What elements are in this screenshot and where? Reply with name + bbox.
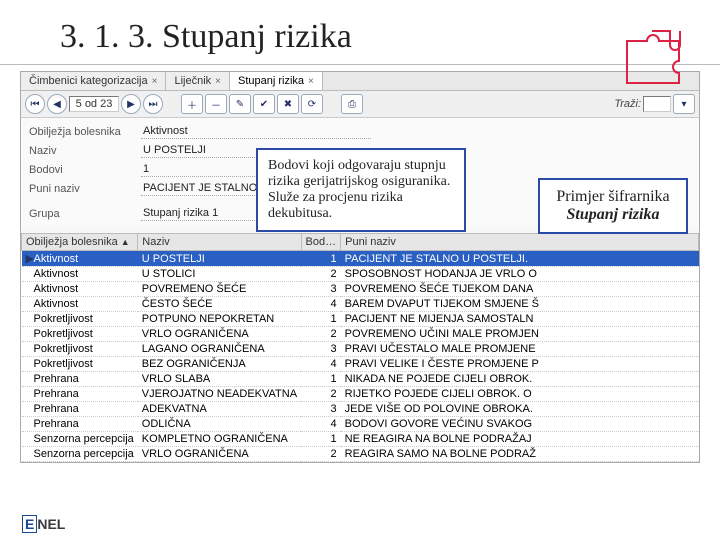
col-bodovi[interactable]: Bod… xyxy=(301,234,341,251)
logo-enel: ENEL xyxy=(22,515,65,534)
logo-box: E xyxy=(22,515,37,533)
tab-lijecnik[interactable]: Liječnik × xyxy=(166,72,230,90)
table-row[interactable]: AktivnostČESTO ŠEĆE4BAREM DVAPUT TIJEKOM… xyxy=(22,297,699,312)
puzzle-icon xyxy=(622,26,692,86)
table-row[interactable]: PrehranaVJEROJATNO NEADEKVATNA2RIJETKO P… xyxy=(22,387,699,402)
tab-bar: Čimbenici kategorizacija × Liječnik × St… xyxy=(21,72,699,91)
col-puni-naziv[interactable]: Puni naziv xyxy=(341,234,699,251)
edit-button[interactable]: ✎ xyxy=(229,94,251,114)
col-naziv[interactable]: Naziv xyxy=(138,234,301,251)
title-underline xyxy=(0,64,720,65)
label-puni-naziv: Puni naziv xyxy=(29,183,141,195)
confirm-button[interactable]: ✔ xyxy=(253,94,275,114)
table-row[interactable]: PrehranaVRLO SLABA1NIKADA NE POJEDE CIJE… xyxy=(22,372,699,387)
tab-label: Čimbenici kategorizacija xyxy=(29,75,148,87)
label-bodovi: Bodovi xyxy=(29,164,141,176)
print-button[interactable]: ⎙ xyxy=(341,94,363,114)
add-button[interactable]: ＋ xyxy=(181,94,203,114)
callout-text: Bodovi koji odgovaraju stupnju rizika ge… xyxy=(268,158,450,221)
label-naziv: Naziv xyxy=(29,145,141,157)
tab-stupanj-rizika[interactable]: Stupanj rizika × xyxy=(230,72,323,90)
callout-primjer: Primjer šifrarnika Stupanj rizika xyxy=(538,178,688,234)
table-row[interactable]: PokretljivostBEZ OGRANIČENJA4PRAVI VELIK… xyxy=(22,357,699,372)
first-record-button[interactable]: ⏮ xyxy=(25,94,45,114)
table-row[interactable]: PokretljivostLAGANO OGRANIČENA3PRAVI UČE… xyxy=(22,342,699,357)
table-row[interactable]: AktivnostPOVREMENO ŠEĆE3POVREMENO ŠEĆE T… xyxy=(22,282,699,297)
data-grid[interactable]: Obilježja bolesnika ▲ Naziv Bod… Puni na… xyxy=(21,233,699,462)
callout-line1: Primjer šifrarnika xyxy=(550,188,676,206)
table-row[interactable]: PrehranaODLIČNA4BODOVI GOVORE VEĆINU SVA… xyxy=(22,417,699,432)
callout-line2: Stupanj rizika xyxy=(550,206,676,224)
search-dropdown-button[interactable]: ▾ xyxy=(673,94,695,114)
table-row[interactable]: AktivnostU STOLICI2SPOSOBNOST HODANJA JE… xyxy=(22,267,699,282)
table-row[interactable]: PrehranaADEKVATNA3JEDE VIŠE OD POLOVINE … xyxy=(22,402,699,417)
col-obiljezja[interactable]: Obilježja bolesnika ▲ xyxy=(22,234,138,251)
slide-title: 3. 1. 3. Stupanj rizika xyxy=(0,0,720,64)
table-row[interactable]: ▶AktivnostU POSTELJI1PACIJENT JE STALNO … xyxy=(22,251,699,267)
label-grupa: Grupa xyxy=(29,208,141,220)
app-frame: Čimbenici kategorizacija × Liječnik × St… xyxy=(20,71,700,463)
prev-record-button[interactable]: ◀ xyxy=(47,94,67,114)
tab-cimbenici[interactable]: Čimbenici kategorizacija × xyxy=(21,72,166,90)
tab-label: Liječnik xyxy=(174,75,211,87)
search-input[interactable] xyxy=(643,96,671,112)
field-obiljezja[interactable]: Aktivnost xyxy=(141,124,371,139)
table-row[interactable]: PokretljivostVRLO OGRANIČENA2POVREMENO U… xyxy=(22,327,699,342)
tab-label: Stupanj rizika xyxy=(238,75,304,87)
table-row[interactable]: PokretljivostPOTPUNO NEPOKRETAN1PACIJENT… xyxy=(22,312,699,327)
last-record-button[interactable]: ⏭ xyxy=(143,94,163,114)
label-obiljezja: Obilježja bolesnika xyxy=(29,126,141,138)
toolbar: ⏮ ◀ 5 od 23 ▶ ⏭ ＋ － ✎ ✔ ✖ ⟳ ⎙ Traži: ▾ xyxy=(21,91,699,118)
close-icon[interactable]: × xyxy=(152,76,158,87)
table-row[interactable]: Senzorna percepcijaKOMPLETNO OGRANIČENA1… xyxy=(22,432,699,447)
refresh-button[interactable]: ⟳ xyxy=(301,94,323,114)
next-record-button[interactable]: ▶ xyxy=(121,94,141,114)
table-row[interactable]: Senzorna percepcijaVRLO OGRANIČENA2REAGI… xyxy=(22,447,699,462)
delete-button[interactable]: － xyxy=(205,94,227,114)
search-label: Traži: xyxy=(614,98,641,110)
record-pager: 5 od 23 xyxy=(69,96,119,112)
close-icon[interactable]: × xyxy=(308,76,314,87)
grid-header-row: Obilježja bolesnika ▲ Naziv Bod… Puni na… xyxy=(22,234,699,251)
callout-bodovi-info: Bodovi koji odgovaraju stupnju rizika ge… xyxy=(256,148,466,232)
logo-text: NEL xyxy=(37,516,65,532)
cancel-button[interactable]: ✖ xyxy=(277,94,299,114)
close-icon[interactable]: × xyxy=(215,76,221,87)
